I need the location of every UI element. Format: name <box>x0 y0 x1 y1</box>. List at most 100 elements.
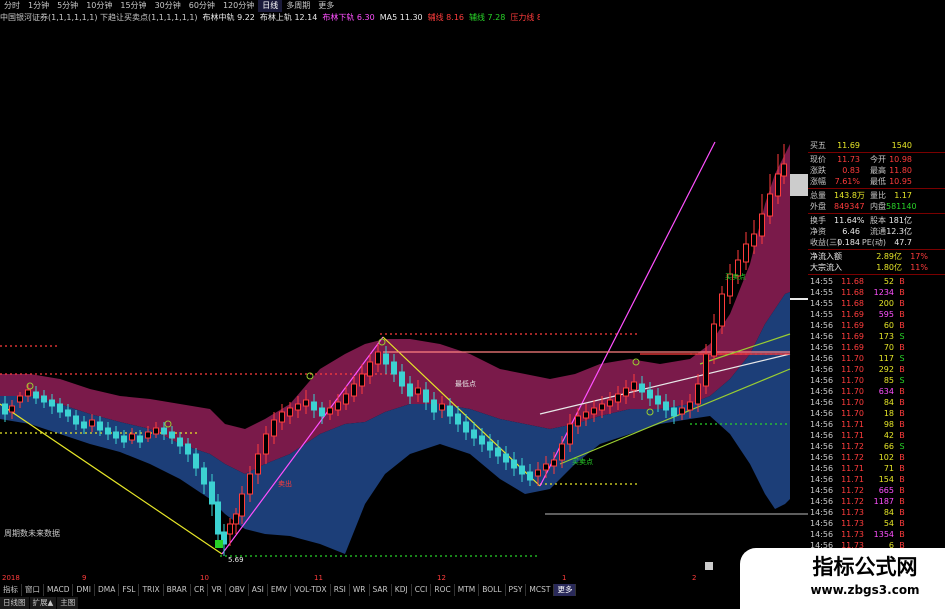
tick-row: 14:56 11.71 98 B <box>808 419 945 430</box>
tick-volume: 102 <box>878 453 894 462</box>
indicator-tab[interactable]: VR <box>208 584 226 596</box>
legend-item: 布林上轨 12.14 <box>259 13 318 22</box>
candle-body <box>599 403 605 411</box>
tab-period[interactable]: 分时 <box>0 0 24 12</box>
tick-volume: 595 <box>878 310 894 319</box>
indicator-tab[interactable]: CCI <box>412 584 432 596</box>
quote-value-2: 47.7 <box>894 238 912 247</box>
candle-body <box>9 405 15 413</box>
tick-side: B <box>899 343 905 352</box>
tick-price: 11.70 <box>841 409 864 418</box>
indicator-tab[interactable]: BRAR <box>164 584 192 596</box>
bottom-tab[interactable]: 扩展▲ <box>29 597 57 609</box>
quote-value-2: 10.95 <box>889 177 912 186</box>
tick-side: B <box>899 409 905 418</box>
indicator-tab[interactable]: KDJ <box>392 584 412 596</box>
quote-label-2: 内盘 <box>870 202 886 211</box>
tab-period[interactable]: 1分钟 <box>24 0 53 12</box>
indicator-tab[interactable]: MCST <box>526 584 555 596</box>
boll-lower-band <box>0 292 790 554</box>
legend-item: 布林中轨 9.22 <box>202 13 255 22</box>
tab-period[interactable]: 60分钟 <box>185 0 219 12</box>
indicator-tab[interactable]: VOL-TDX <box>291 584 331 596</box>
quote-value: 0.184 <box>837 238 860 247</box>
indicator-tab[interactable]: 窗口 <box>22 584 44 596</box>
quote-value: 143.8万 <box>834 191 865 200</box>
indicator-tab[interactable]: WR <box>350 584 370 596</box>
candle-body <box>447 405 453 417</box>
tick-time: 14:56 <box>810 343 834 352</box>
tick-row: 14:56 11.69 60 B <box>808 320 945 331</box>
tab-period[interactable]: 更多 <box>314 0 338 12</box>
quote-panel: 买五 11.69 1540 现价 11.73 今开 10.98 涨跌 0.83 最高 11.80 涨幅… <box>808 140 945 574</box>
bottom-tab[interactable]: 日线图 <box>0 597 29 609</box>
bottom-tabs: 日线图 扩展▲ 主图 <box>0 597 200 609</box>
candle-body <box>263 433 269 455</box>
indicator-tab[interactable]: BOLL <box>479 584 506 596</box>
indicator-tab[interactable]: CR <box>191 584 209 596</box>
tick-side: B <box>899 299 905 308</box>
tab-period[interactable]: 15分钟 <box>116 0 150 12</box>
tick-volume: 634 <box>878 387 894 396</box>
indicator-tab[interactable]: SAR <box>370 584 392 596</box>
bottom-tab[interactable]: 主图 <box>57 597 79 609</box>
indicator-tab[interactable]: RSI <box>331 584 350 596</box>
candle-body <box>41 395 47 403</box>
quote-row: 现价 11.73 今开 10.98 <box>808 154 945 165</box>
candle-body <box>145 431 151 439</box>
candle-body <box>57 403 63 413</box>
tab-period[interactable]: 10分钟 <box>82 0 116 12</box>
indicator-tab[interactable]: TRIX <box>139 584 164 596</box>
indicator-tab[interactable]: DMI <box>73 584 95 596</box>
indicator-tab[interactable]: DMA <box>95 584 120 596</box>
tick-side: S <box>899 332 905 341</box>
kline-chart[interactable]: 周期数未来数据5.69最低点买卖点买卖点卖出 <box>0 24 808 574</box>
candle-body <box>49 399 55 407</box>
candle-body <box>655 395 661 405</box>
quote-row: 涨幅 7.61% 最低 10.95 <box>808 176 945 187</box>
volume-marker <box>705 562 713 570</box>
indicator-tab[interactable]: ASI <box>249 584 268 596</box>
tick-side: B <box>899 321 905 330</box>
indicator-tab[interactable]: PSY <box>506 584 527 596</box>
candle-body <box>503 453 509 463</box>
tab-period[interactable]: 日线 <box>258 0 283 12</box>
indicator-tab[interactable]: MTM <box>455 584 480 596</box>
tick-row: 14:56 11.70 84 B <box>808 397 945 408</box>
candle-body <box>743 243 749 263</box>
tick-volume: 42 <box>883 431 894 440</box>
indicator-tab[interactable]: MACD <box>44 584 74 596</box>
tick-volume: 173 <box>878 332 894 341</box>
tab-period[interactable]: 120分钟 <box>219 0 258 12</box>
tick-side: B <box>899 519 905 528</box>
candle-body <box>711 323 717 357</box>
candle-body <box>169 431 175 439</box>
indicator-tab[interactable]: 更多 <box>554 584 577 596</box>
candle-body <box>81 421 87 429</box>
indicator-tab[interactable]: OBV <box>226 584 249 596</box>
legend-item: 中国银河证券(1,1,1,1,1,1) 下趋让买卖点(1,1,1,1,1,1) <box>0 13 198 22</box>
candle-body <box>73 415 79 425</box>
tab-period[interactable]: 5分钟 <box>53 0 82 12</box>
indicator-tab[interactable]: 指标 <box>0 584 22 596</box>
quote-row: 买五 11.69 1540 <box>808 140 945 151</box>
tick-row: 14:56 11.73 84 B <box>808 507 945 518</box>
flow-label: 净流入额 <box>810 252 842 261</box>
tick-volume: 154 <box>878 475 894 484</box>
quote-label: 外盘 <box>810 202 826 211</box>
tab-period[interactable]: 多周期 <box>282 0 314 12</box>
indicator-tab[interactable]: EMV <box>268 584 292 596</box>
candle-body <box>647 389 653 399</box>
quote-row: 总量 143.8万 量比 1.17 <box>808 190 945 201</box>
candle-body <box>631 381 637 391</box>
tick-side: B <box>899 508 905 517</box>
tick-time: 14:56 <box>810 442 834 451</box>
indicator-tab[interactable]: ROC <box>431 584 455 596</box>
tab-period[interactable]: 30分钟 <box>151 0 185 12</box>
date-axis: 2018 9 10 11 12 1 2 <box>0 574 808 584</box>
tick-time: 14:56 <box>810 519 834 528</box>
tick-side: B <box>899 486 905 495</box>
tick-price: 11.70 <box>841 365 864 374</box>
indicator-tab[interactable]: FSL <box>119 584 140 596</box>
tick-price: 11.73 <box>841 530 864 539</box>
